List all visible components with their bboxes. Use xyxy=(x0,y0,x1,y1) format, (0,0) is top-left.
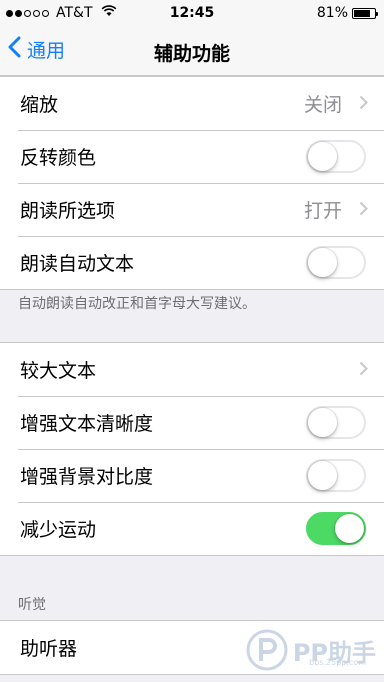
bold-text-row: 增强文本清晰度 xyxy=(0,396,384,449)
battery-icon xyxy=(352,7,378,19)
chevron-right-icon xyxy=(359,361,368,380)
page-title: 辅助功能 xyxy=(153,43,230,65)
increase-contrast-label: 增强背景对比度 xyxy=(20,466,154,488)
increase-contrast-toggle[interactable] xyxy=(306,459,366,492)
speak-auto-text-label: 朗读自动文本 xyxy=(20,253,135,275)
watermark-url: bbs.25pp.com xyxy=(309,658,366,667)
hearing-aids-label: 助听器 xyxy=(20,638,78,660)
increase-contrast-row: 增强背景对比度 xyxy=(0,449,384,502)
speak-auto-text-row: 朗读自动文本 xyxy=(0,236,384,289)
status-right: 81% xyxy=(316,5,378,21)
status-bar: AT&T 12:45 81% xyxy=(0,0,384,28)
reduce-motion-label: 减少运动 xyxy=(20,519,97,541)
bold-text-toggle[interactable] xyxy=(306,406,366,439)
navigation-bar: 通用 辅助功能 xyxy=(0,28,384,76)
hearing-section-header: 听觉 xyxy=(18,597,46,613)
reduce-motion-toggle[interactable] xyxy=(306,512,366,545)
speak-selection-value: 打开 xyxy=(303,200,342,222)
zoom-label: 缩放 xyxy=(20,94,59,116)
battery-fill xyxy=(354,9,371,17)
invert-colors-label: 反转颜色 xyxy=(20,147,97,169)
zoom-row[interactable]: 缩放 关闭 xyxy=(0,77,384,130)
battery-percent: 81% xyxy=(316,5,348,21)
speak-selection-row[interactable]: 朗读所选项 打开 xyxy=(0,183,384,236)
speak-auto-text-toggle[interactable] xyxy=(306,246,366,279)
chevron-right-icon xyxy=(359,201,368,220)
invert-colors-toggle[interactable] xyxy=(306,140,366,173)
pp-logo-icon xyxy=(245,628,289,672)
invert-colors-row: 反转颜色 xyxy=(0,130,384,183)
watermark: PP助手 bbs.25pp.com xyxy=(245,628,376,672)
speak-auto-text-footer: 自动朗读自动改正和首字母大写建议。 xyxy=(18,296,256,312)
reduce-motion-row: 减少运动 xyxy=(0,502,384,555)
chevron-right-icon xyxy=(359,95,368,114)
larger-text-label: 较大文本 xyxy=(20,360,97,382)
bold-text-label: 增强文本清晰度 xyxy=(20,413,154,435)
zoom-value: 关闭 xyxy=(303,94,342,116)
speak-selection-label: 朗读所选项 xyxy=(20,200,116,222)
larger-text-row[interactable]: 较大文本 xyxy=(0,343,384,396)
text-motion-settings-group: 较大文本 增强文本清晰度 增强背景对比度 减少运动 xyxy=(0,342,384,556)
screen: AT&T 12:45 81% 通用 辅助功能 缩放 关闭 反转颜色 朗读所选项 … xyxy=(0,0,384,682)
vision-settings-group: 缩放 关闭 反转颜色 朗读所选项 打开 朗读自动文本 xyxy=(0,76,384,290)
